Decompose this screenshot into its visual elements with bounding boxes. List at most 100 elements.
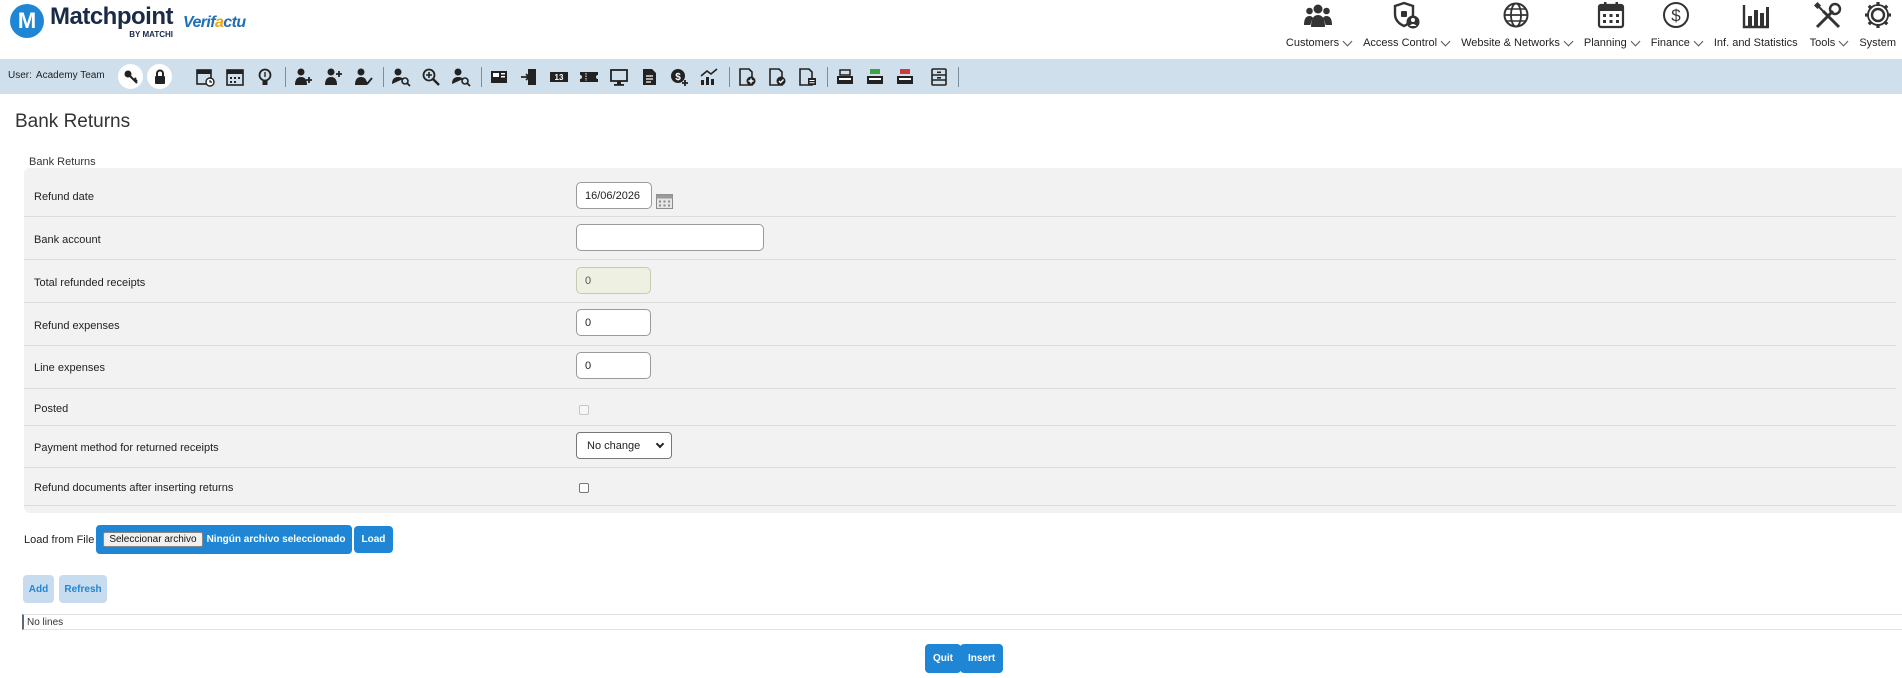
refresh-button[interactable]: Refresh (59, 575, 107, 603)
till-open-icon (867, 69, 883, 84)
document-icon (643, 69, 656, 85)
tb-document[interactable] (638, 67, 660, 87)
quick-toolbar: User: Academy Team 13 $ (0, 59, 1902, 94)
line-expenses-label: Line expenses (34, 362, 105, 374)
main-menu: Customers Access Control Website & Netwo… (1280, 0, 1902, 58)
row-line-expenses: Line expenses (24, 346, 1896, 389)
tb-schedule-clock[interactable] (194, 67, 216, 87)
tb-monitor[interactable] (608, 67, 630, 87)
refund-documents-checkbox[interactable] (579, 483, 589, 493)
svg-text:$: $ (675, 72, 681, 83)
tb-add-payment[interactable]: $ (668, 67, 690, 87)
refund-date-label: Refund date (34, 191, 94, 203)
calendar-icon (226, 69, 244, 86)
calendar-clock-icon (196, 69, 215, 87)
refund-documents-label: Refund documents after inserting returns (34, 482, 234, 494)
load-button[interactable]: Load (353, 526, 394, 553)
customers-icon (1304, 4, 1333, 27)
toolbar-separator (285, 67, 286, 87)
row-total-refunded: Total refunded receipts (24, 260, 1896, 303)
user-check-icon (355, 68, 373, 85)
tb-calendar[interactable] (224, 67, 246, 87)
row-refund-expenses: Refund expenses (24, 303, 1896, 346)
posted-checkbox (579, 405, 589, 415)
menu-website-networks[interactable]: Website & Networks (1455, 0, 1578, 58)
logo-byline: BY MATCHI (129, 30, 173, 39)
chevron-down-icon (1342, 36, 1353, 46)
tb-invoice-add[interactable] (736, 67, 758, 87)
dollar-icon: $ (1663, 2, 1690, 28)
line-expenses-input[interactable] (576, 352, 651, 379)
tb-vouchers[interactable]: 13 (548, 67, 570, 87)
logo-name: Matchpoint (50, 3, 173, 30)
tb-add-member[interactable] (322, 67, 344, 87)
verifactu-logo: Verifactu (183, 14, 246, 31)
quit-button[interactable]: Quit (925, 644, 961, 673)
user-find-icon (452, 68, 471, 87)
register-icon (491, 71, 507, 83)
till-icon (837, 69, 853, 84)
refund-date-input[interactable] (576, 182, 652, 209)
menu-access-control[interactable]: Access Control (1357, 0, 1455, 58)
globe-icon (1503, 2, 1529, 28)
matchpoint-logo[interactable]: M Matchpoint BY MATCHI (10, 4, 173, 40)
monitor-icon (610, 69, 628, 86)
toolbar-separator (958, 67, 959, 87)
row-refund-date: Refund date (24, 175, 1896, 217)
bank-account-label: Bank account (34, 234, 101, 246)
refund-expenses-label: Refund expenses (34, 320, 120, 332)
row-payment-method: Payment method for returned receipts No … (24, 426, 1896, 468)
menu-system[interactable]: System (1853, 0, 1902, 58)
gear-icon (1864, 2, 1891, 28)
coin-add-icon: $ (671, 69, 688, 86)
tb-tickets[interactable] (578, 67, 600, 87)
file-chooser[interactable]: Seleccionar archivo Ningún archivo selec… (96, 525, 352, 554)
tb-enter-door[interactable] (518, 67, 540, 87)
user-add-icon (295, 68, 312, 85)
key-icon (124, 70, 138, 84)
till-close-icon (897, 69, 913, 84)
tb-cash-register[interactable] (488, 67, 510, 87)
menu-finance[interactable]: $ Finance (1645, 0, 1708, 58)
tb-zoom-search[interactable] (420, 67, 442, 87)
menu-planning[interactable]: Planning (1578, 0, 1645, 58)
tb-archive[interactable] (928, 67, 950, 87)
tb-search-user[interactable] (390, 67, 412, 87)
key-button[interactable] (118, 64, 143, 89)
page-title: Bank Returns (15, 111, 131, 132)
tb-find-member[interactable] (450, 67, 472, 87)
menu-tools[interactable]: Tools (1804, 0, 1854, 58)
tb-validate-user[interactable] (352, 67, 374, 87)
load-from-file: Load from File Seleccionar archivo Ningú… (24, 525, 394, 554)
toolbar-separator (481, 67, 482, 87)
tb-add-user[interactable] (292, 67, 314, 87)
row-bank-account: Bank account (24, 217, 1896, 260)
calendar-icon[interactable] (656, 193, 673, 209)
payment-method-select[interactable]: No change (576, 432, 672, 459)
invoice-list-icon (799, 68, 816, 86)
add-button[interactable]: Add (23, 575, 54, 603)
chart-growth-icon (700, 68, 718, 85)
chevron-down-icon (1630, 36, 1641, 46)
tools-icon (1814, 1, 1842, 29)
payment-method-label: Payment method for returned receipts (34, 442, 219, 454)
choose-file-button[interactable]: Seleccionar archivo (103, 532, 203, 547)
tb-invoice-list[interactable] (796, 67, 818, 87)
menu-inf-statistics[interactable]: Inf. and Statistics (1708, 0, 1804, 58)
refund-expenses-input[interactable] (576, 309, 651, 336)
tb-till[interactable] (834, 67, 856, 87)
invoice-check-icon (769, 68, 786, 86)
bar-chart-icon (1742, 5, 1769, 29)
menu-customers[interactable]: Customers (1280, 0, 1357, 58)
tb-ideas[interactable] (254, 67, 276, 87)
archive-icon (931, 68, 947, 86)
insert-button[interactable]: Insert (960, 644, 1004, 673)
tb-invoice-check[interactable] (766, 67, 788, 87)
svg-text:$: $ (1672, 6, 1682, 25)
toolbar-separator (729, 67, 730, 87)
tb-till-open[interactable] (864, 67, 886, 87)
lock-button[interactable] (147, 64, 172, 89)
tb-till-close[interactable] (894, 67, 916, 87)
bank-account-input[interactable] (576, 224, 764, 251)
tb-statistics[interactable] (698, 67, 720, 87)
